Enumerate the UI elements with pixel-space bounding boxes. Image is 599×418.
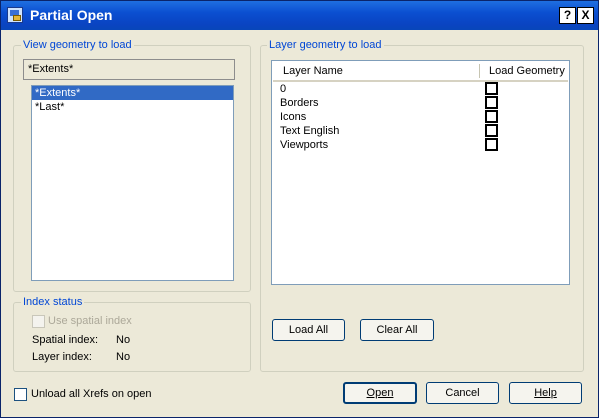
open-button[interactable]: Open (343, 382, 417, 404)
view-item-last[interactable]: *Last* (32, 100, 233, 114)
spatial-index-label: Spatial index: (32, 334, 99, 346)
title-close-button[interactable]: X (577, 7, 594, 24)
layer-index-value: No (116, 351, 131, 363)
current-view-field: *Extents* (23, 59, 235, 80)
window-title: Partial Open (30, 7, 113, 23)
load-all-label: Load All (288, 324, 329, 336)
layer-name-icons[interactable]: Icons (280, 110, 306, 124)
title-help-button[interactable]: ? (559, 7, 576, 24)
load-geometry-checkbox-viewports[interactable] (485, 138, 498, 151)
title-bar[interactable]: Partial Open ? X (1, 1, 598, 30)
app-icon (7, 7, 23, 23)
view-item-extents[interactable]: *Extents* (32, 86, 233, 100)
clear-all-label: Clear All (376, 324, 418, 336)
layer-list[interactable]: Layer Name Load Geometry 0 Borders Icons… (271, 60, 570, 285)
use-spatial-index-label: Use spatial index (48, 315, 132, 327)
layer-index-label: Layer index: (32, 351, 92, 363)
view-geometry-legend: View geometry to load (21, 39, 134, 51)
view-list[interactable]: *Extents* *Last* (31, 85, 234, 281)
col-separator[interactable] (479, 64, 480, 78)
unload-xrefs-checkbox[interactable] (14, 388, 27, 401)
load-geometry-checkbox-icons[interactable] (485, 110, 498, 123)
index-status-legend: Index status (21, 296, 85, 308)
load-geometry-checkbox-text-english[interactable] (485, 124, 498, 137)
help-label: Help (534, 387, 557, 399)
use-spatial-index-checkbox[interactable] (32, 315, 45, 328)
layer-list-header: Layer Name Load Geometry (273, 62, 568, 82)
partial-open-dialog: Partial Open ? X View geometry to load *… (0, 0, 599, 418)
col-header-load-geometry[interactable]: Load Geometry (489, 65, 565, 77)
cancel-button[interactable]: Cancel (426, 382, 499, 404)
load-all-button[interactable]: Load All (272, 319, 345, 341)
layer-name-viewports[interactable]: Viewports (280, 138, 328, 152)
help-button[interactable]: Help (509, 382, 582, 404)
clear-all-button[interactable]: Clear All (360, 319, 434, 341)
load-geometry-checkbox-borders[interactable] (485, 96, 498, 109)
unload-xrefs-label: Unload all Xrefs on open (31, 388, 152, 400)
layer-name-0[interactable]: 0 (280, 82, 286, 96)
col-header-layer-name[interactable]: Layer Name (283, 65, 343, 77)
open-label: Open (366, 387, 394, 399)
cancel-label: Cancel (445, 387, 480, 399)
layer-name-text-english[interactable]: Text English (280, 124, 339, 138)
spatial-index-value: No (116, 334, 131, 346)
layer-geometry-legend: Layer geometry to load (267, 39, 384, 51)
load-geometry-checkbox-0[interactable] (485, 82, 498, 95)
layer-name-borders[interactable]: Borders (280, 96, 319, 110)
